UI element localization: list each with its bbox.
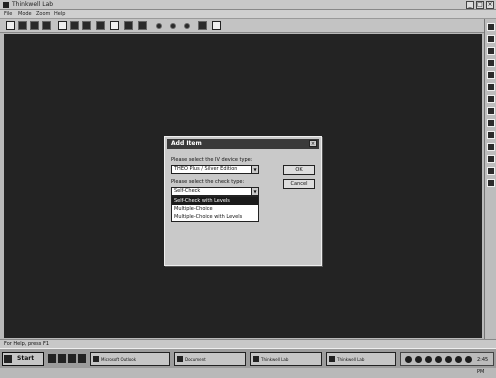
print-icon[interactable]: [42, 21, 51, 30]
paste-icon[interactable]: [82, 21, 91, 30]
app-icon: [93, 356, 99, 362]
taskbar-item[interactable]: Document: [174, 352, 246, 366]
dialog-title: Add Item: [171, 140, 202, 147]
dot-icon[interactable]: [184, 23, 190, 29]
dock-tool-icon[interactable]: [487, 143, 495, 151]
taskbar-item[interactable]: Thinkwell Lab: [250, 352, 322, 366]
dock-tool-icon[interactable]: [487, 71, 495, 79]
dock-tool-icon[interactable]: [487, 95, 495, 103]
toolbar: [0, 19, 496, 33]
app-icon: [253, 356, 259, 362]
image-icon[interactable]: [96, 21, 105, 30]
tray-icon[interactable]: [415, 356, 422, 363]
minimize-button[interactable]: _: [466, 1, 474, 9]
dock-tool-icon[interactable]: [487, 131, 495, 139]
open-icon[interactable]: [18, 21, 27, 30]
tray-icon[interactable]: [455, 356, 462, 363]
system-tray: 2:45 PM: [400, 352, 494, 375]
dock-tool-icon[interactable]: [487, 23, 495, 31]
menu-mode[interactable]: Mode: [18, 11, 32, 17]
dropdown-option[interactable]: Self-Check with Levels: [172, 197, 258, 205]
taskbar: Start Microsoft Outlook Document Thinkwe…: [0, 348, 496, 375]
dock-tool-icon[interactable]: [487, 47, 495, 55]
check-label: Please select the check type:: [171, 179, 245, 185]
dot-icon[interactable]: [156, 23, 162, 29]
dock-tool-icon[interactable]: [487, 35, 495, 43]
clock[interactable]: 2:45 PM: [477, 354, 493, 378]
dock-tool-icon[interactable]: [487, 83, 495, 91]
format-select[interactable]: THEO Plus / Silver Edition ▼: [171, 165, 259, 174]
tray-icon[interactable]: [435, 356, 442, 363]
ok-button[interactable]: OK: [283, 165, 315, 175]
audio-icon[interactable]: [198, 21, 207, 30]
taskbar-item-label: Thinkwell Lab: [337, 357, 365, 362]
taskbar-item[interactable]: Thinkwell Lab: [326, 352, 396, 366]
maximize-button[interactable]: □: [476, 1, 484, 9]
new-icon[interactable]: [6, 21, 15, 30]
dock-tool-icon[interactable]: [487, 179, 495, 187]
format-select-value: THEO Plus / Silver Edition: [174, 166, 238, 172]
copy-icon[interactable]: [70, 21, 79, 30]
add-item-dialog: Add Item × Please select the IV device t…: [164, 136, 322, 266]
list-icon[interactable]: [124, 21, 133, 30]
dialog-title-bar: Add Item ×: [167, 139, 319, 149]
check-dropdown-list: Self-Check with Levels Multiple-Choice M…: [171, 196, 259, 222]
dock-tool-icon[interactable]: [487, 119, 495, 127]
tray-icon[interactable]: [425, 356, 432, 363]
tray-icon[interactable]: [465, 356, 472, 363]
dialog-close-button[interactable]: ×: [309, 140, 317, 147]
taskbar-item-label: Microsoft Outlook: [101, 357, 137, 362]
chart-icon[interactable]: [110, 21, 119, 30]
dock-tool-icon[interactable]: [487, 59, 495, 67]
tray-icon[interactable]: [405, 356, 412, 363]
help-icon[interactable]: [212, 21, 221, 30]
dock-tool-icon[interactable]: [487, 167, 495, 175]
close-button[interactable]: ×: [486, 1, 494, 9]
dot-icon[interactable]: [170, 23, 176, 29]
save-icon[interactable]: [30, 21, 39, 30]
quick-launch-icon[interactable]: [78, 354, 86, 363]
app-icon: [177, 356, 183, 362]
app-icon: [3, 2, 9, 8]
table-icon[interactable]: [138, 21, 147, 30]
check-select[interactable]: Self-Check ▼: [171, 187, 259, 196]
dock-tool-icon[interactable]: [487, 155, 495, 163]
taskbar-item[interactable]: Microsoft Outlook: [90, 352, 170, 366]
taskbar-item-label: Thinkwell Lab: [261, 357, 289, 362]
menu-file[interactable]: File: [4, 11, 12, 17]
menu-help[interactable]: Help: [54, 11, 65, 17]
window-title: Thinkwell Lab: [12, 1, 54, 8]
quick-launch-icon[interactable]: [58, 354, 66, 363]
app-icon: [329, 356, 335, 362]
right-toolbar: [484, 19, 496, 339]
check-select-value: Self-Check: [174, 188, 201, 194]
status-bar: For Help, press F1: [0, 339, 496, 348]
taskbar-item-label: Document: [185, 357, 206, 362]
windows-logo-icon: [4, 355, 12, 363]
dock-tool-icon[interactable]: [487, 107, 495, 115]
start-label: Start: [17, 355, 35, 362]
status-text: For Help, press F1: [4, 341, 50, 347]
quick-launch-icon[interactable]: [48, 354, 56, 363]
dropdown-option[interactable]: Multiple-Choice with Levels: [172, 213, 258, 221]
menu-zoom[interactable]: Zoom: [36, 11, 50, 17]
dropdown-arrow-icon[interactable]: ▼: [251, 166, 258, 173]
menu-bar: File Mode Zoom Help: [0, 10, 496, 19]
format-label: Please select the IV device type:: [171, 157, 253, 163]
cut-icon[interactable]: [58, 21, 67, 30]
quick-launch-icon[interactable]: [68, 354, 76, 363]
dropdown-arrow-icon[interactable]: ▼: [251, 188, 258, 195]
tray-icon[interactable]: [445, 356, 452, 363]
title-bar: Thinkwell Lab _ □ ×: [0, 0, 496, 10]
dropdown-option[interactable]: Multiple-Choice: [172, 205, 258, 213]
cancel-button[interactable]: Cancel: [283, 179, 315, 189]
